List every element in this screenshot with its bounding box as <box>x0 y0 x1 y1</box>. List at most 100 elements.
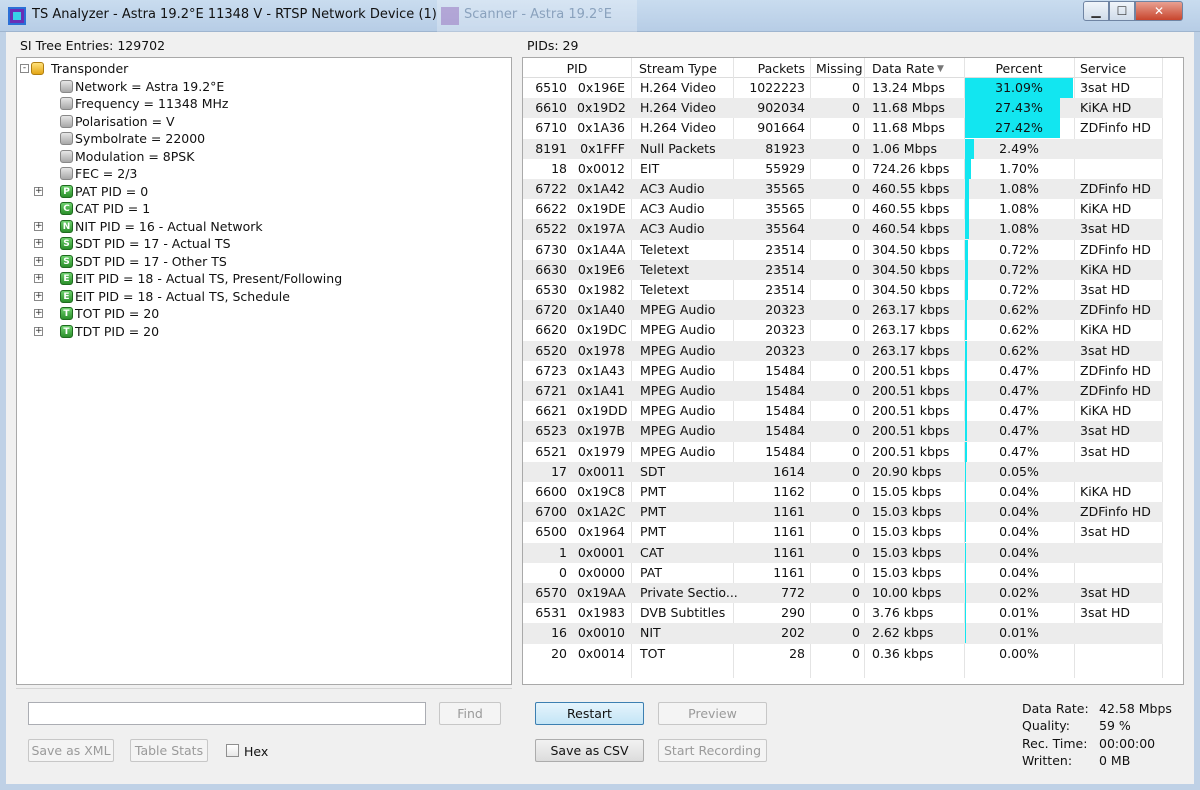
expand-icon[interactable]: + <box>34 256 43 266</box>
packets-cell: 20323 <box>765 342 805 358</box>
table-row[interactable]: 6530 0x1982 Teletext 23514 0 304.50 kbps 0.72%… <box>523 280 1163 300</box>
stream-type-cell: H.264 Video <box>640 100 717 116</box>
expand-icon[interactable]: + <box>34 274 43 283</box>
table-row[interactable]: 20 0x0014 TOT 28 0 0.36 kbps 0.00% <box>523 644 1163 664</box>
table-row[interactable]: 6700 0x1A2C PMT 1161 0 15.03 kbps 0.04% ZDFinfo… <box>523 502 1163 523</box>
col-percent[interactable]: Percent <box>965 61 1073 76</box>
table-row[interactable]: 6620 0x19DC MPEG Audio 20323 0 263.17 kbps 0.6… <box>523 320 1163 341</box>
col-service[interactable]: Service <box>1080 61 1160 76</box>
expand-icon[interactable]: + <box>34 326 43 336</box>
tree-item[interactable]: + S SDT PID = 17 - Other TS <box>17 253 497 270</box>
pid-hex-cell: 0x1982 <box>577 282 625 297</box>
table-row[interactable]: 6500 0x1964 PMT 1161 0 15.03 kbps 0.04% 3sat HD <box>523 522 1163 543</box>
table-row[interactable]: 6610 0x19D2 H.264 Video 902034 0 11.68 Mbps 27… <box>523 98 1163 119</box>
hex-label[interactable]: Hex <box>244 744 268 759</box>
service-cell: KiKA HD <box>1080 201 1132 217</box>
table-row[interactable]: 17 0x0011 SDT 1614 0 20.90 kbps 0.05% <box>523 461 1163 482</box>
tree-item[interactable]: + E EIT PID = 18 - Actual TS, Schedule <box>17 288 497 305</box>
tree-item[interactable]: Symbolrate = 22000 <box>17 130 497 147</box>
expand-icon[interactable]: + <box>34 291 43 301</box>
tree-item[interactable]: + N NIT PID = 16 - Actual Network <box>17 218 497 235</box>
collapse-icon[interactable]: - <box>20 64 29 73</box>
data-rate-cell: 200.51 kbps <box>872 443 950 459</box>
preview-button[interactable]: Preview <box>658 702 767 725</box>
table-row[interactable]: 6520 0x1978 MPEG Audio 20323 0 263.17 kbps 0.6… <box>523 340 1163 361</box>
save-as-csv-button[interactable]: Save as CSV <box>535 739 644 762</box>
tree-item[interactable]: Network = Astra 19.2°E <box>17 78 497 95</box>
table-row[interactable]: 6710 0x1A36 H.264 Video 901664 0 11.68 Mbps 27… <box>523 118 1163 139</box>
data-rate-cell: 304.50 kbps <box>872 241 950 257</box>
data-rate-cell: 15.03 kbps <box>872 524 942 540</box>
tree-item-label: FEC = 2/3 <box>75 166 138 181</box>
col-packets[interactable]: Packets <box>733 61 805 76</box>
background-window-title: Scanner - Astra 19.2°E <box>464 7 613 22</box>
pid-hex-cell: 0x1A42 <box>577 181 625 196</box>
data-rate-cell: 304.50 kbps <box>872 261 950 277</box>
written-label: Written: <box>1022 753 1073 768</box>
tree-item[interactable]: Polarisation = V <box>17 113 497 130</box>
tree-item[interactable]: + T TOT PID = 20 <box>17 305 497 322</box>
hex-checkbox[interactable] <box>226 744 239 757</box>
col-stream-type[interactable]: Stream Type <box>639 61 739 76</box>
expand-icon[interactable]: + <box>34 239 43 248</box>
service-cell: 3sat HD <box>1080 585 1131 600</box>
data-rate-cell: 724.26 kbps <box>872 160 950 176</box>
service-cell: 3sat HD <box>1080 282 1131 297</box>
tree-item[interactable]: - Transponder <box>17 60 497 77</box>
close-button[interactable]: ✕ <box>1135 1 1183 21</box>
find-button[interactable]: Find <box>439 702 501 725</box>
table-row[interactable]: 0 0x0000 PAT 1161 0 15.03 kbps 0.04% <box>523 562 1163 583</box>
pid-cell: 6522 <box>535 221 567 237</box>
table-row[interactable]: 6622 0x19DE AC3 Audio 35565 0 460.55 kbps 1.08… <box>523 199 1163 220</box>
save-as-xml-button[interactable]: Save as XML <box>28 739 114 762</box>
stream-type-cell: Private Sectio... <box>640 585 738 600</box>
table-row[interactable]: 6521 0x1979 MPEG Audio 15484 0 200.51 kbps 0.4… <box>523 441 1163 462</box>
pid-cell: 6523 <box>535 423 567 439</box>
table-row[interactable]: 6510 0x196E H.264 Video 1022223 0 13.24 Mbps 3… <box>523 78 1163 98</box>
expand-icon[interactable]: + <box>34 309 43 318</box>
table-row[interactable]: 6570 0x19AA Private Sectio... 772 0 10.00 kbp… <box>523 583 1163 604</box>
tree-item[interactable]: Modulation = 8PSK <box>17 148 497 165</box>
tree-item[interactable]: FEC = 2/3 <box>17 165 497 182</box>
table-row[interactable]: 6600 0x19C8 PMT 1162 0 15.05 kbps 0.04% KiKA HD <box>523 482 1163 502</box>
tree-item[interactable]: C CAT PID = 1 <box>17 200 497 217</box>
table-row[interactable]: 6720 0x1A40 MPEG Audio 20323 0 263.17 kbps 0.6… <box>523 300 1163 321</box>
tree-item[interactable]: Frequency = 11348 MHz <box>17 95 497 112</box>
table-row[interactable]: 6621 0x19DD MPEG Audio 15484 0 200.51 kbps 0.4… <box>523 401 1163 422</box>
service-cell: ZDFinfo HD <box>1080 120 1151 136</box>
expand-icon[interactable]: + <box>34 221 43 231</box>
col-missing[interactable]: Missing <box>816 61 876 76</box>
minimize-button[interactable]: ▁ <box>1083 1 1109 21</box>
missing-cell: 0 <box>852 322 860 338</box>
written-value: 0 MB <box>1099 753 1131 768</box>
table-stats-button[interactable]: Table Stats <box>130 739 208 762</box>
table-t-icon: T <box>60 307 73 320</box>
restart-button[interactable]: Restart <box>535 702 644 725</box>
table-row[interactable]: 6522 0x197A AC3 Audio 35564 0 460.54 kbps 1.08… <box>523 219 1163 240</box>
table-row[interactable]: 6722 0x1A42 AC3 Audio 35565 0 460.55 kbps 1.08… <box>523 179 1163 200</box>
col-pid[interactable]: PID <box>523 61 631 76</box>
expand-icon[interactable]: + <box>34 186 43 196</box>
col-data-rate[interactable]: Data Rate <box>872 61 942 76</box>
table-row[interactable]: 6721 0x1A41 MPEG Audio 15484 0 200.51 kbps 0.4… <box>523 381 1163 402</box>
search-input[interactable] <box>28 702 426 725</box>
tree-item[interactable]: + S SDT PID = 17 - Actual TS <box>17 235 497 252</box>
pid-table[interactable]: PID Stream Type Packets Missing Data Rat… <box>522 57 1184 685</box>
start-recording-button[interactable]: Start Recording <box>658 739 767 762</box>
data-rate-cell: 11.68 Mbps <box>872 100 945 116</box>
table-row[interactable]: 6523 0x197B MPEG Audio 15484 0 200.51 kbps 0.4… <box>523 421 1163 442</box>
table-row[interactable]: 1 0x0001 CAT 1161 0 15.03 kbps 0.04% <box>523 542 1163 563</box>
table-row[interactable]: 16 0x0010 NIT 202 0 2.62 kbps 0.01% <box>523 623 1163 644</box>
tree-item[interactable]: + T TDT PID = 20 <box>17 323 497 340</box>
table-row[interactable]: 6730 0x1A4A Teletext 23514 0 304.50 kbps 0.72%… <box>523 239 1163 260</box>
quality-label: Quality: <box>1022 718 1070 733</box>
tree-item[interactable]: + E EIT PID = 18 - Actual TS, Present/Foll… <box>17 270 497 287</box>
tree-item[interactable]: + P PAT PID = 0 <box>17 183 497 200</box>
table-row[interactable]: 8191 0x1FFF Null Packets 81923 0 1.06 Mbps 2.4… <box>523 138 1163 159</box>
table-row[interactable]: 18 0x0012 EIT 55929 0 724.26 kbps 1.70% <box>523 158 1163 179</box>
table-row[interactable]: 6630 0x19E6 Teletext 23514 0 304.50 kbps 0.72%… <box>523 259 1163 280</box>
table-row[interactable]: 6723 0x1A43 MPEG Audio 15484 0 200.51 kbps 0.4… <box>523 360 1163 381</box>
si-tree[interactable]: - Transponder Network = Astra 19.2°E Freque… <box>16 57 512 685</box>
maximize-button[interactable]: ☐ <box>1109 1 1135 21</box>
table-row[interactable]: 6531 0x1983 DVB Subtitles 290 0 3.76 kbps 0.01… <box>523 603 1163 624</box>
